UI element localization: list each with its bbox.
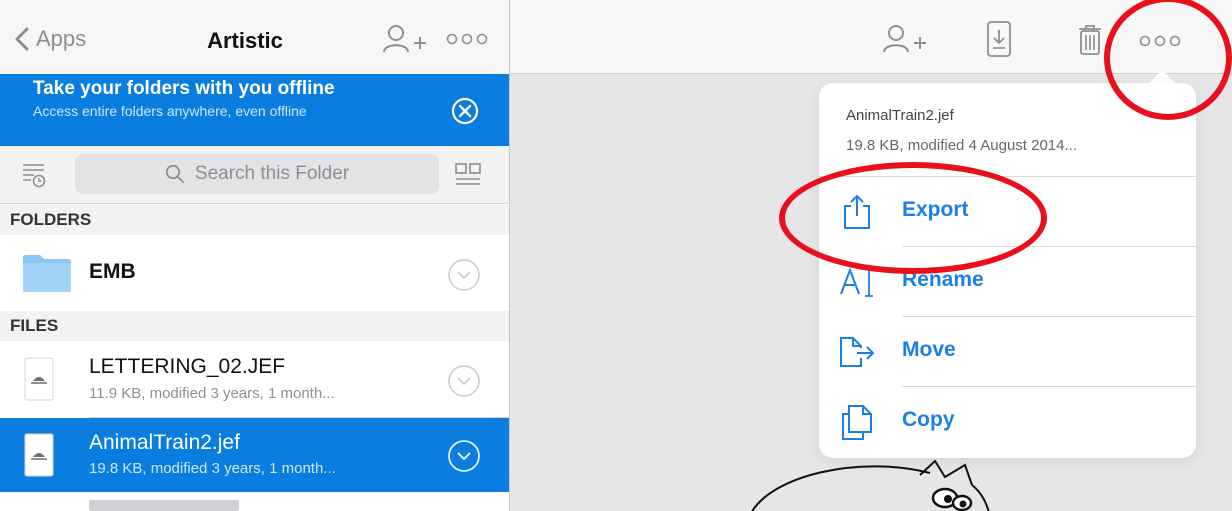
file-browser-pane: Apps Artistic Take your folders with you… <box>0 0 510 511</box>
section-header-folders: FOLDERS <box>0 205 509 235</box>
search-icon <box>165 164 184 183</box>
page-title: Artistic <box>207 28 283 53</box>
sort-recent-icon[interactable] <box>22 162 46 188</box>
file-meta: 19.8 KB, modified 3 years, 1 month... <box>89 460 336 477</box>
trash-icon[interactable] <box>1078 24 1102 56</box>
chevron-down-icon[interactable] <box>446 257 482 293</box>
file-name: LETTERING_02.JEF <box>89 355 286 378</box>
popover-item-divider <box>902 386 1196 387</box>
search-input[interactable]: Search this Folder <box>75 154 439 194</box>
truncated-row-placeholder <box>89 500 239 511</box>
offline-banner[interactable]: Take your folders with you offline Acces… <box>0 74 509 146</box>
popover-filename: AnimalTrain2.jef <box>846 107 954 124</box>
add-person-icon[interactable] <box>882 24 932 54</box>
copy-button[interactable]: Copy <box>819 388 1196 458</box>
annotation-circle-more <box>1104 0 1232 120</box>
more-options-icon[interactable] <box>445 28 489 50</box>
move-button[interactable]: Move <box>819 318 1196 388</box>
file-meta: 11.9 KB, modified 3 years, 1 month... <box>89 385 335 402</box>
popover-item-divider <box>902 316 1196 317</box>
banner-title: Take your folders with you offline <box>33 78 335 99</box>
folder-row[interactable]: EMB <box>0 235 509 311</box>
search-placeholder: Search this Folder <box>194 163 350 184</box>
file-icon <box>24 433 54 477</box>
popover-file-meta: 19.8 KB, modified 4 August 2014... <box>846 137 1077 154</box>
file-row-partial[interactable] <box>0 492 509 511</box>
banner-subtitle: Access entire folders anywhere, even off… <box>33 103 307 119</box>
annotation-circle-export <box>779 162 1047 274</box>
file-row[interactable]: LETTERING_02.JEF 11.9 KB, modified 3 yea… <box>0 341 509 417</box>
embroidery-preview-image <box>751 459 990 511</box>
navigation-bar: Apps Artistic <box>0 0 509 74</box>
chevron-down-icon[interactable] <box>446 363 482 399</box>
folder-icon <box>23 255 71 292</box>
move-icon <box>840 337 875 367</box>
copy-icon <box>842 405 872 440</box>
file-row-selected[interactable]: AnimalTrain2.jef 19.8 KB, modified 3 yea… <box>0 418 509 492</box>
search-row: Search this Folder <box>0 146 509 204</box>
copy-label: Copy <box>902 408 955 431</box>
section-header-files: FILES <box>0 311 509 341</box>
close-icon[interactable] <box>450 96 480 126</box>
move-label: Move <box>902 338 956 361</box>
file-icon <box>24 357 54 401</box>
folder-name: EMB <box>89 260 136 283</box>
grid-view-icon[interactable] <box>454 162 482 188</box>
file-name: AnimalTrain2.jef <box>89 431 240 454</box>
chevron-down-icon[interactable] <box>446 438 482 474</box>
download-offline-icon[interactable] <box>986 20 1012 58</box>
add-person-icon[interactable] <box>382 24 432 54</box>
